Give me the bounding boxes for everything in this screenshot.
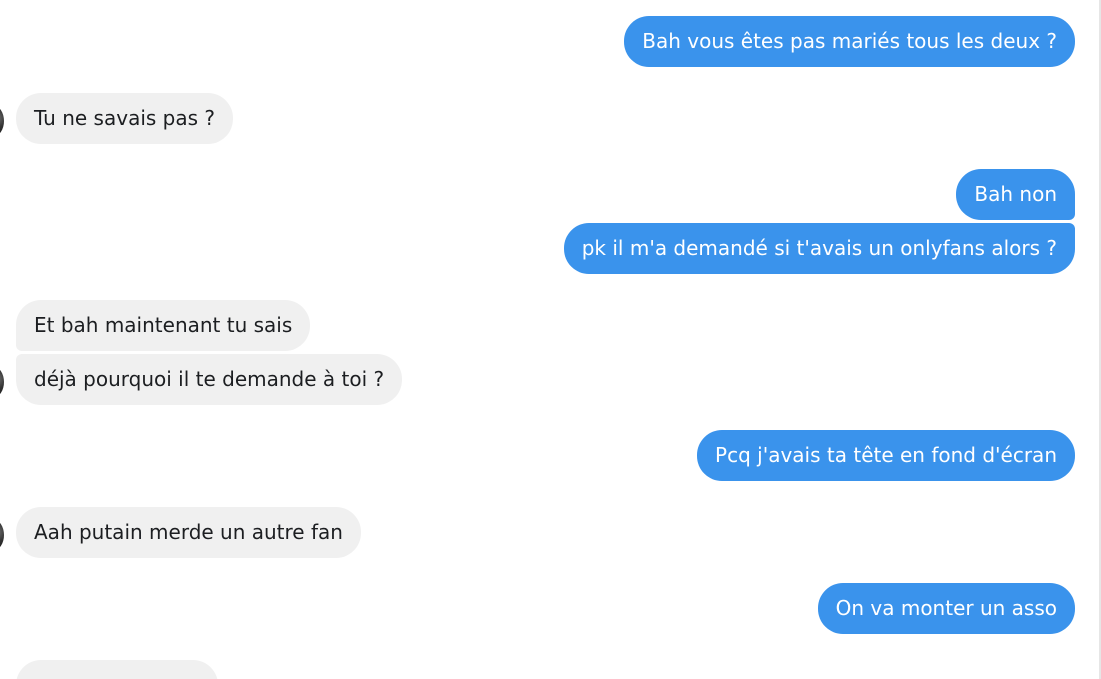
outgoing-message[interactable]: pk il m'a demandé si t'avais un onlyfans… <box>563 223 1075 274</box>
outgoing-message[interactable]: Bah vous êtes pas mariés tous les deux ? <box>624 16 1075 67</box>
contact-avatar[interactable] <box>0 106 4 136</box>
message-thread[interactable]: Bah vous êtes pas mariés tous les deux ?… <box>0 0 1101 679</box>
incoming-message[interactable]: Et bah maintenant tu sais <box>16 300 311 351</box>
incoming-message[interactable]: Aah putain merde un autre fan <box>16 507 361 558</box>
outgoing-message[interactable]: Bah non <box>956 169 1075 220</box>
contact-avatar[interactable] <box>0 367 4 397</box>
outgoing-message[interactable]: On va monter un asso <box>817 583 1075 634</box>
outgoing-message[interactable]: Pcq j'avais ta tête en fond d'écran <box>697 430 1075 481</box>
contact-avatar[interactable] <box>0 520 4 550</box>
incoming-message[interactable]: Tu ne savais pas ? <box>16 93 233 144</box>
incoming-message[interactable] <box>16 660 218 679</box>
incoming-message[interactable]: déjà pourquoi il te demande à toi ? <box>16 354 403 405</box>
